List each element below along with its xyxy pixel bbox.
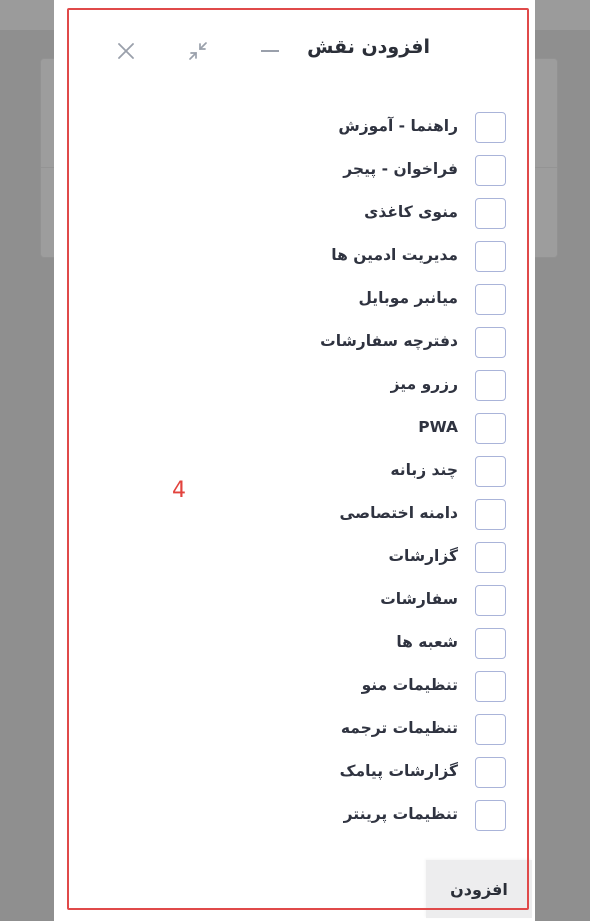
list-item[interactable]: رزرو میز — [54, 364, 535, 407]
minimize-icon — [259, 40, 281, 62]
permission-label: تنظیمات پرینتر — [343, 805, 458, 823]
list-item[interactable]: دامنه اختصاصی — [54, 493, 535, 536]
permission-checkbox[interactable] — [475, 112, 506, 143]
permission-checkbox[interactable] — [475, 327, 506, 358]
list-item[interactable]: گزارشات — [54, 536, 535, 579]
dialog-title: افزودن نقش — [307, 36, 430, 58]
permission-label: سفارشات — [380, 590, 458, 608]
add-button[interactable]: افزودن — [426, 860, 532, 918]
permission-label: تنظیمات ترجمه — [340, 719, 458, 737]
permission-checkbox[interactable] — [475, 241, 506, 272]
permission-label: دفترچه سفارشات — [320, 332, 458, 350]
list-item[interactable]: مدیریت ادمین ها — [54, 235, 535, 278]
permission-label: گزارشات پیامک — [339, 762, 458, 780]
add-role-dialog: افزودن نقش راهنما - آموزش فراخوان - پیجر… — [54, 0, 535, 921]
list-item[interactable]: منوی کاغذی — [54, 192, 535, 235]
permission-label: میانبر موبایل — [358, 289, 458, 307]
list-item[interactable]: تنظیمات منو — [54, 665, 535, 708]
list-item[interactable]: شعبه ها — [54, 622, 535, 665]
permission-checkbox[interactable] — [475, 198, 506, 229]
permission-label: راهنما - آموزش — [338, 117, 458, 135]
permission-checkbox[interactable] — [475, 370, 506, 401]
permission-label: دامنه اختصاصی — [339, 504, 458, 522]
list-item[interactable]: تنظیمات ترجمه — [54, 708, 535, 751]
permission-label: چند زبانه — [390, 461, 458, 479]
list-item[interactable]: راهنما - آموزش — [54, 106, 535, 149]
list-item[interactable]: چند زبانه — [54, 450, 535, 493]
permission-label: رزرو میز — [390, 375, 458, 393]
collapse-button[interactable] — [183, 36, 213, 66]
permission-checkbox[interactable] — [475, 542, 506, 573]
close-icon — [116, 41, 136, 61]
permission-checkbox[interactable] — [475, 456, 506, 487]
annotation-number: 4 — [172, 478, 186, 503]
list-item[interactable]: تنظیمات پرینتر — [54, 794, 535, 837]
permission-label: منوی کاغذی — [364, 203, 458, 221]
permission-label: تنظیمات منو — [361, 676, 458, 694]
minimize-button[interactable] — [255, 36, 285, 66]
permission-checkbox[interactable] — [475, 499, 506, 530]
permission-checkbox[interactable] — [475, 585, 506, 616]
permission-label: شعبه ها — [396, 633, 458, 651]
dialog-header: افزودن نقش — [54, 0, 535, 103]
list-item[interactable]: PWA — [54, 407, 535, 450]
permission-checkbox[interactable] — [475, 757, 506, 788]
permission-label: PWA — [418, 418, 458, 436]
permissions-list[interactable]: راهنما - آموزش فراخوان - پیجر منوی کاغذی مد… — [54, 95, 535, 855]
permission-label: مدیریت ادمین ها — [331, 246, 458, 264]
list-item[interactable]: گزارشات پیامک — [54, 751, 535, 794]
permission-checkbox[interactable] — [475, 800, 506, 831]
permission-label: گزارشات — [388, 547, 458, 565]
list-item[interactable]: فراخوان - پیجر — [54, 149, 535, 192]
permission-checkbox[interactable] — [475, 413, 506, 444]
list-item[interactable]: میانبر موبایل — [54, 278, 535, 321]
permission-label: فراخوان - پیجر — [343, 160, 458, 178]
permission-checkbox[interactable] — [475, 671, 506, 702]
permission-checkbox[interactable] — [475, 284, 506, 315]
permission-checkbox[interactable] — [475, 155, 506, 186]
collapse-icon — [186, 39, 210, 63]
permission-checkbox[interactable] — [475, 628, 506, 659]
permission-checkbox[interactable] — [475, 714, 506, 745]
list-item[interactable]: دفترچه سفارشات — [54, 321, 535, 364]
close-button[interactable] — [111, 36, 141, 66]
list-item[interactable]: سفارشات — [54, 579, 535, 622]
